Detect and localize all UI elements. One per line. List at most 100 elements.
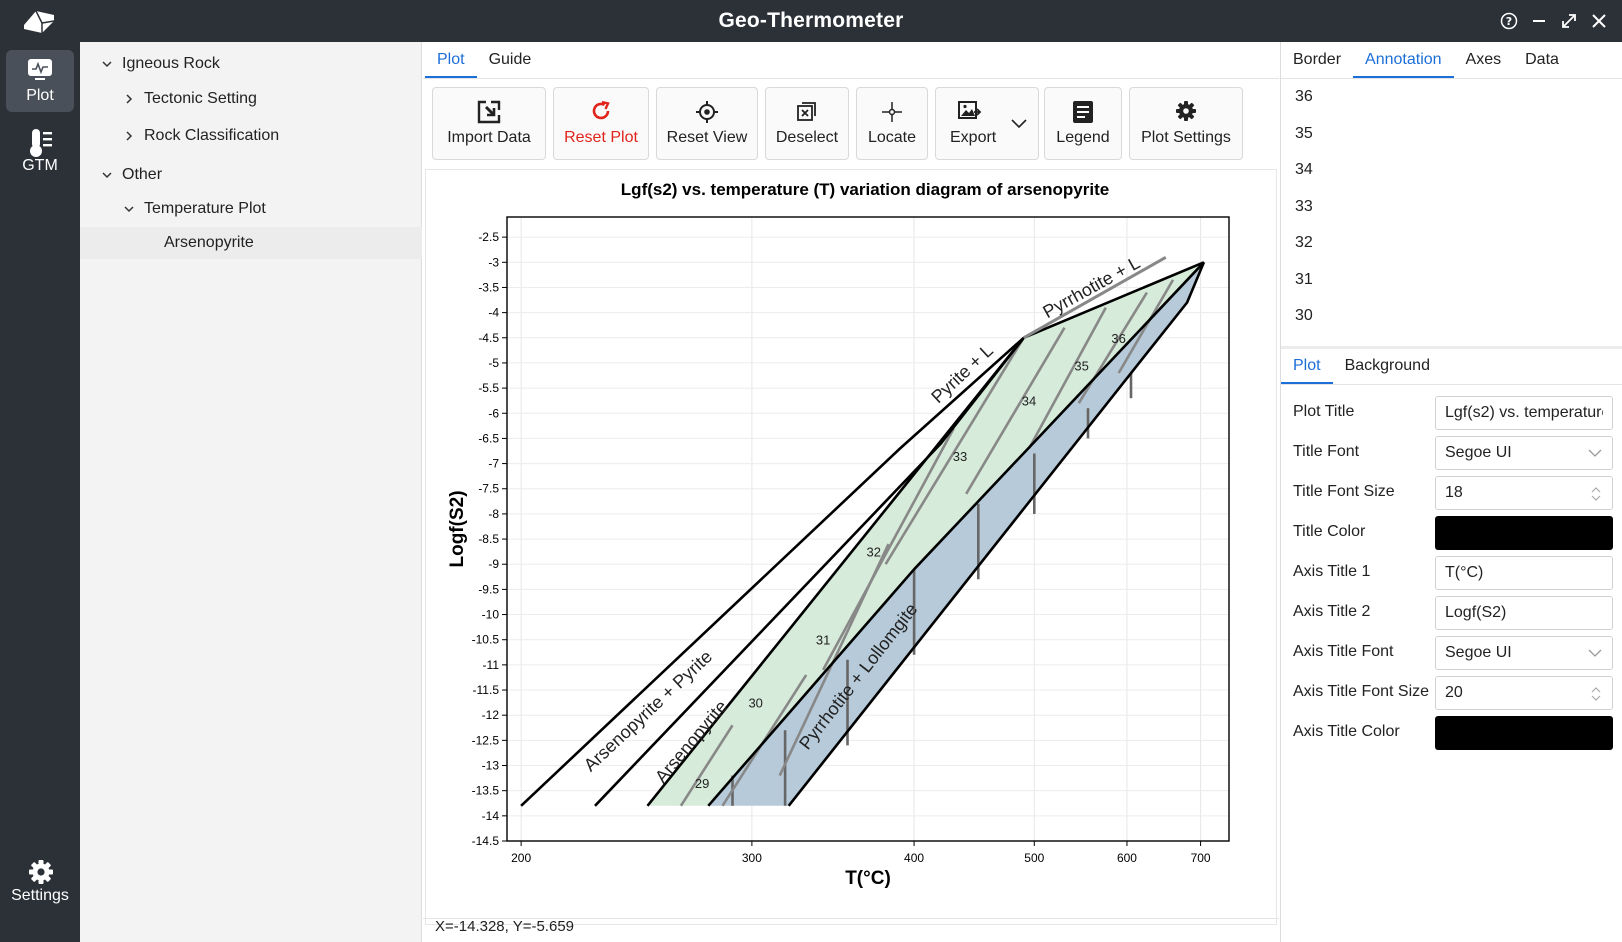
plot-title-input[interactable] [1435, 396, 1613, 430]
y-tick-label: -6.5 [478, 431, 499, 445]
tab-border[interactable]: Border [1281, 42, 1353, 78]
title-font-size-value: 18 [1445, 484, 1463, 501]
center-tabs: Plot Guide [425, 42, 543, 78]
annotation-item[interactable]: 35 [1295, 125, 1313, 143]
y-tick-label: -9.5 [478, 582, 499, 596]
thermometer-icon [30, 129, 52, 157]
stability-field [708, 262, 1204, 806]
isotherm-label[interactable]: 31 [816, 633, 830, 648]
axis-title-2-text[interactable] [1445, 597, 1603, 629]
tab-annotation[interactable]: Annotation [1353, 42, 1454, 78]
axis-title-font-size-spinner[interactable]: 20 [1435, 676, 1613, 710]
isotherm-label[interactable]: 33 [953, 449, 967, 464]
y-tick-label: -6 [488, 406, 499, 420]
tree-item-tectonic-setting[interactable]: Tectonic Setting [80, 83, 422, 115]
y-tick-label: -11.5 [473, 683, 500, 697]
tab-guide[interactable]: Guide [477, 42, 544, 78]
y-tick-label: -5 [488, 356, 499, 370]
nav-plot-label: Plot [26, 87, 54, 104]
import-data-button[interactable]: Import Data [432, 87, 546, 160]
tree-item-label: Rock Classification [144, 127, 280, 144]
spinner-arrows-icon[interactable] [1589, 686, 1603, 702]
annotation-item[interactable]: 36 [1295, 88, 1313, 106]
axis-title-font-label: Axis Title Font [1293, 643, 1394, 660]
y-tick-label: -8 [488, 507, 499, 521]
tree-item-igneous-rock[interactable]: Igneous Rock [80, 48, 422, 80]
reset-plot-button[interactable]: Reset Plot [553, 87, 649, 160]
export-image-icon [958, 101, 982, 119]
legend-label: Legend [1056, 129, 1110, 146]
y-tick-label: -8.5 [478, 532, 499, 546]
annotation-item[interactable]: 32 [1295, 234, 1313, 252]
reset-view-button[interactable]: Reset View [656, 87, 758, 160]
nav-settings[interactable]: Settings [6, 850, 74, 912]
isotherm-label[interactable]: 29 [695, 776, 709, 791]
y-tick-label: -4 [488, 306, 499, 320]
plot-icon [28, 59, 52, 80]
axis-title-font-size-value: 20 [1445, 684, 1463, 701]
arsenopyrite-chart[interactable]: Lgf(s2) vs. temperature (T) variation di… [426, 170, 1276, 916]
tab-plot[interactable]: Plot [425, 42, 477, 78]
title-color-swatch[interactable] [1435, 516, 1613, 550]
axis-title-1-input[interactable] [1435, 556, 1613, 590]
x-tick-label: 200 [511, 851, 531, 865]
title-font-label: Title Font [1293, 443, 1360, 460]
plot-title-text[interactable] [1445, 397, 1603, 429]
isotherm-label[interactable]: 34 [1022, 394, 1036, 409]
axis-title-font-select[interactable]: Segoe UI [1435, 636, 1613, 670]
tree-item-arsenopyrite[interactable]: Arsenopyrite [80, 227, 422, 259]
title-font-select[interactable]: Segoe UI [1435, 436, 1613, 470]
y-tick-label: -5.5 [478, 381, 499, 395]
help-icon[interactable]: ? [1497, 9, 1521, 33]
locate-button[interactable]: Locate [856, 87, 928, 160]
tab-plot-settings[interactable]: Plot [1281, 348, 1333, 384]
annotation-item[interactable]: 33 [1295, 198, 1313, 216]
minimize-icon[interactable] [1527, 9, 1551, 33]
plot-settings-label: Plot Settings [1141, 129, 1231, 146]
nav-plot[interactable]: Plot [6, 50, 74, 112]
tree-item-rock-classification[interactable]: Rock Classification [80, 120, 422, 152]
annotation-item[interactable]: 31 [1295, 271, 1313, 289]
refresh-icon [592, 100, 610, 120]
tab-axes[interactable]: Axes [1454, 42, 1514, 78]
isotherm-label[interactable]: 32 [866, 545, 880, 560]
y-tick-label: -10.5 [472, 633, 500, 647]
x-tick-label: 300 [742, 851, 762, 865]
tab-data[interactable]: Data [1513, 42, 1571, 78]
title-font-size-spinner[interactable]: 18 [1435, 476, 1613, 510]
x-tick-label: 700 [1191, 851, 1211, 865]
deselect-label: Deselect [775, 129, 839, 146]
isotherm-label[interactable]: 36 [1111, 331, 1125, 346]
export-button[interactable]: Export [935, 87, 1039, 160]
legend-button[interactable]: Legend [1044, 87, 1122, 160]
tree-item-temperature-plot[interactable]: Temperature Plot [80, 193, 422, 225]
close-icon[interactable] [1587, 9, 1611, 33]
axis-title-color-swatch[interactable] [1435, 716, 1613, 750]
y-tick-label: -3 [488, 255, 499, 269]
import-data-label: Import Data [447, 129, 531, 146]
maximize-icon[interactable] [1557, 9, 1581, 33]
axis-title-1-text[interactable] [1445, 557, 1603, 589]
title-color-label: Title Color [1293, 523, 1366, 540]
tree-item-label: Other [122, 166, 163, 183]
axis-title-2-input[interactable] [1435, 596, 1613, 630]
annotation-item[interactable]: 30 [1295, 307, 1313, 325]
tab-background[interactable]: Background [1333, 348, 1442, 384]
plot-title-label: Plot Title [1293, 403, 1355, 420]
tree-item-other[interactable]: Other [80, 159, 422, 191]
x-tick-label: 500 [1024, 851, 1044, 865]
plot-settings-button[interactable]: Plot Settings [1129, 87, 1243, 160]
axis-title-font-value: Segoe UI [1445, 644, 1512, 661]
deselect-button[interactable]: Deselect [765, 87, 849, 160]
isotherm-label[interactable]: 35 [1074, 358, 1088, 373]
annotation-item[interactable]: 34 [1295, 161, 1313, 179]
y-tick-label: -3.5 [478, 280, 499, 294]
plot-area[interactable]: Lgf(s2) vs. temperature (T) variation di… [425, 169, 1277, 925]
nav-gtm[interactable]: GTM [6, 120, 74, 182]
isotherm-label[interactable]: 30 [748, 696, 762, 711]
chevron-down-icon [1588, 649, 1602, 657]
y-tick-label: -10 [482, 608, 500, 622]
reset-plot-label: Reset Plot [564, 129, 638, 146]
deselect-icon [797, 102, 816, 121]
spinner-arrows-icon[interactable] [1589, 486, 1603, 502]
